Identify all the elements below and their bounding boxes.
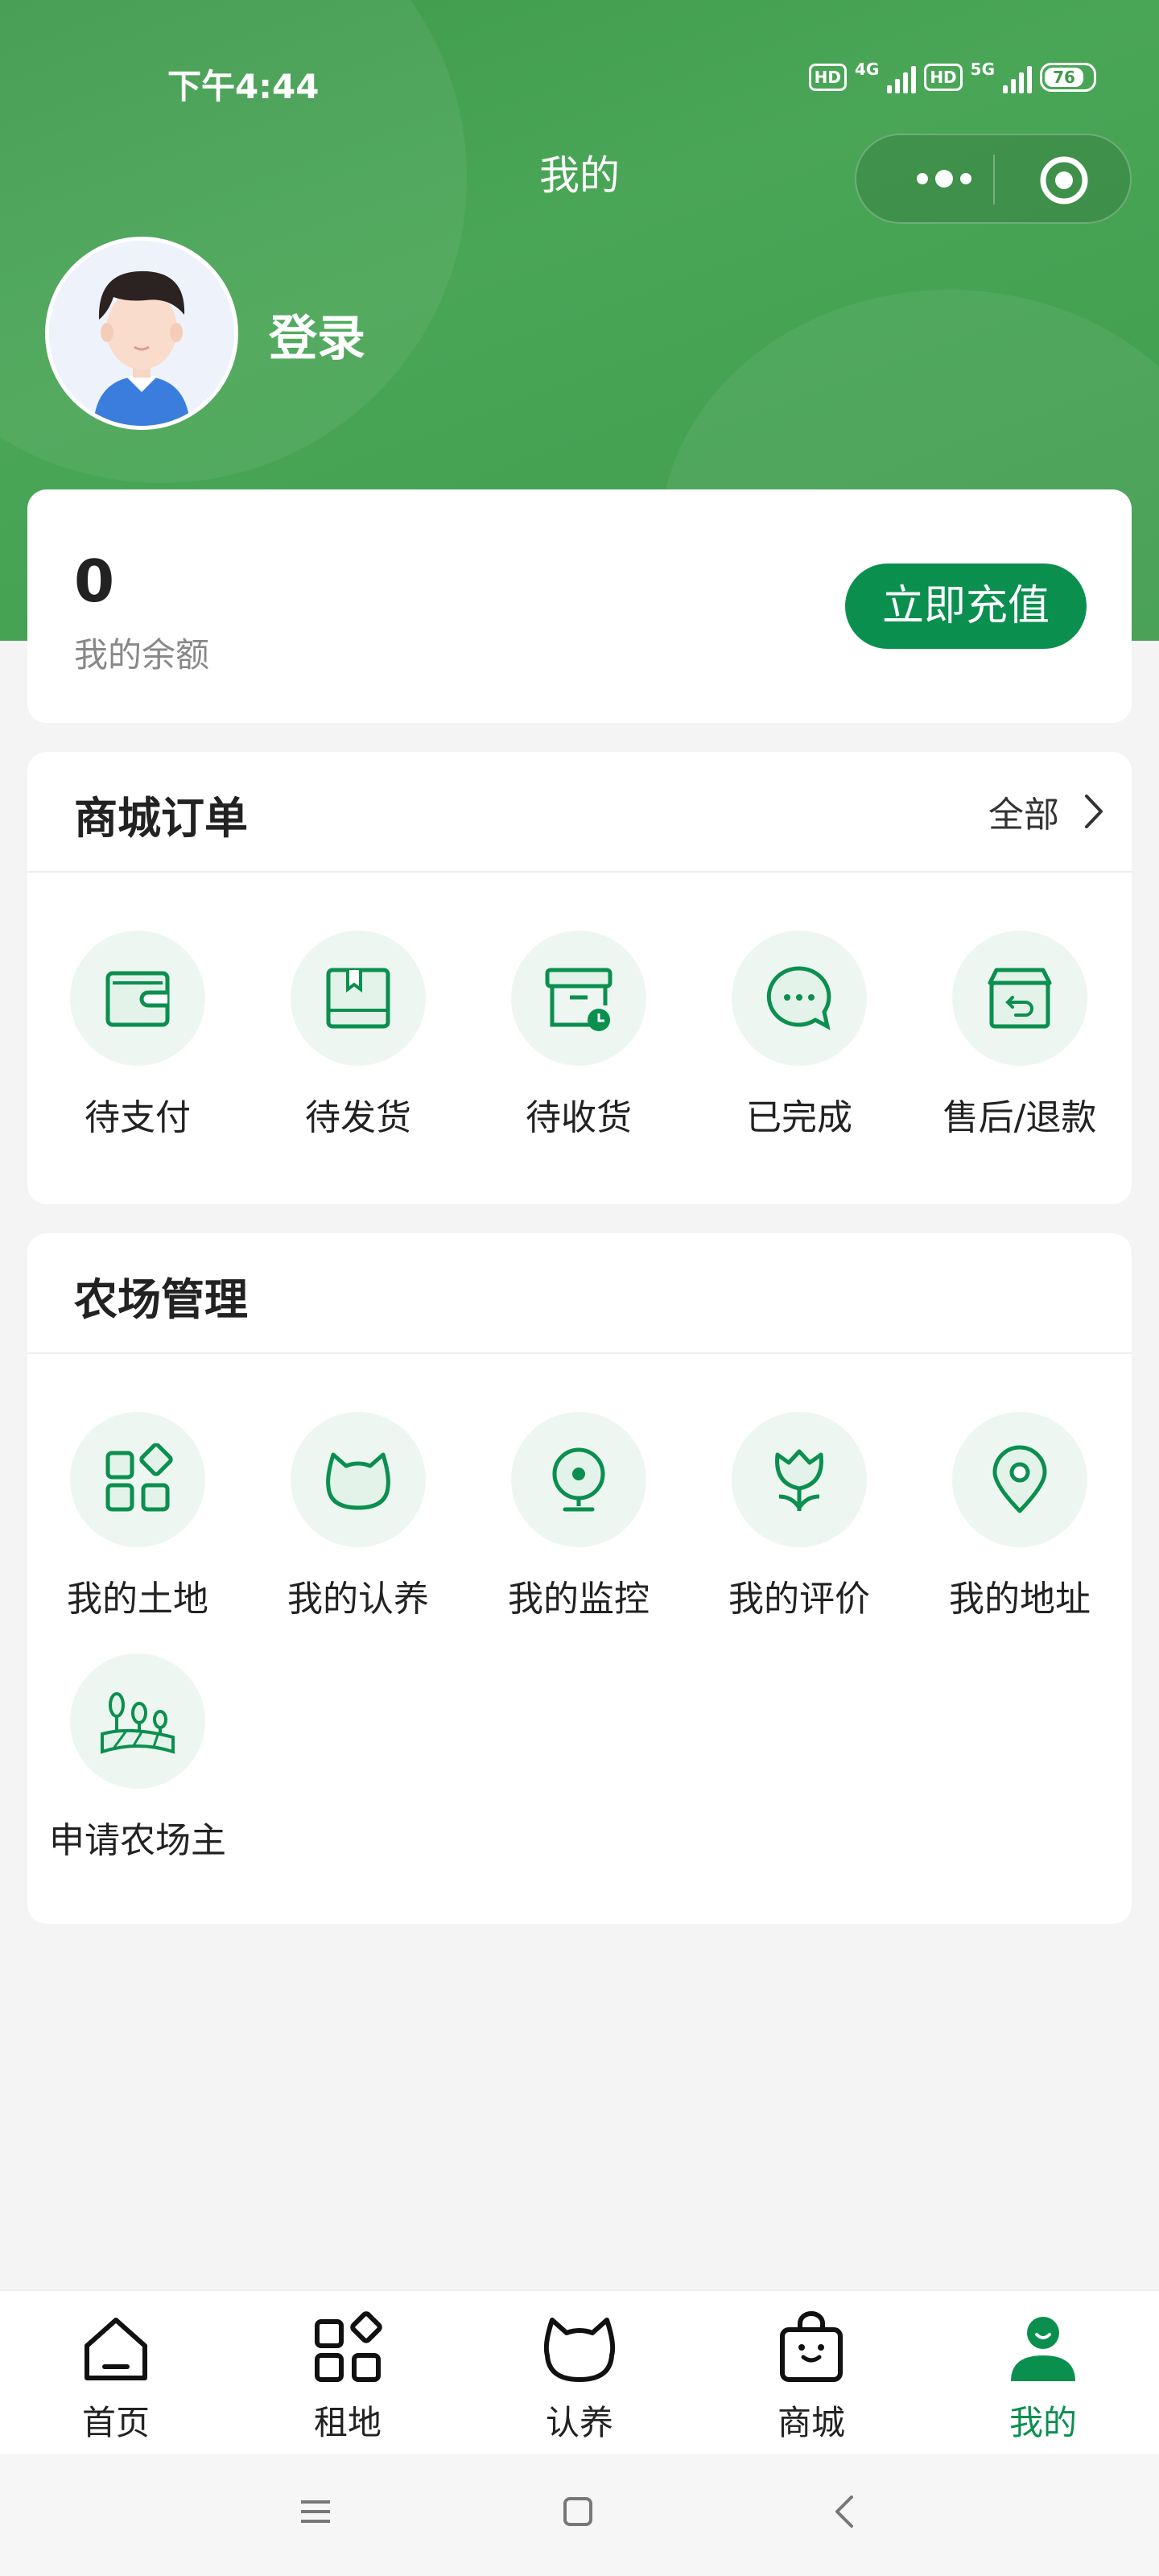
- farm-management-card: 农场管理 我的土地 我的认养 我的监控 我的评价 我的地址 申请农场主: [27, 1233, 1132, 1924]
- order-aftersale-refund[interactable]: 售后/退款: [909, 931, 1130, 1140]
- apply-farm-owner-label: 申请农场主: [49, 1820, 226, 1861]
- order-pending-shipment-label: 待发货: [305, 1097, 411, 1138]
- order-aftersale-refund-label: 售后/退款: [942, 1097, 1097, 1138]
- grid-blocks-icon: [315, 2311, 382, 2382]
- tab-home-label: 首页: [81, 2403, 150, 2442]
- farm-management-title: 农场管理: [74, 1274, 248, 1325]
- hd-badge: HD: [924, 64, 963, 91]
- tab-adoption[interactable]: 认养: [499, 2310, 660, 2445]
- network-label: 5G: [970, 60, 995, 79]
- my-address-label: 我的地址: [949, 1579, 1091, 1620]
- order-completed[interactable]: 已完成: [689, 931, 909, 1140]
- bottom-tab-bar: 首页 租地 认养 商城 我的: [0, 2289, 1159, 2455]
- close-miniprogram-icon[interactable]: [1038, 155, 1090, 206]
- tab-mall-label: 商城: [777, 2403, 845, 2442]
- package-icon: [291, 931, 426, 1066]
- wallet-icon: [70, 931, 205, 1066]
- battery-level: 76: [1045, 68, 1083, 87]
- orders-title: 商城订单: [74, 793, 248, 844]
- miniprogram-capsule: [855, 134, 1132, 224]
- chevron-right-icon: [1085, 795, 1103, 828]
- balance-card: 0 我的余额 立即充值: [27, 489, 1132, 723]
- tab-mine-label: 我的: [1008, 2403, 1077, 2442]
- network-label: 4G: [854, 60, 880, 79]
- apply-farm-owner[interactable]: 申请农场主: [27, 1653, 248, 1863]
- tab-rent-land[interactable]: 租地: [267, 2310, 428, 2445]
- order-pending-receipt-label: 待收货: [526, 1097, 632, 1138]
- section-divider: [27, 871, 1132, 873]
- status-bar: 下午4:44 HD 4G HD 5G 76: [0, 56, 1159, 106]
- my-address[interactable]: 我的地址: [909, 1412, 1130, 1621]
- order-pending-payment-label: 待支付: [85, 1097, 191, 1138]
- orders-card: 商城订单 全部 待支付 待发货 待收货 已完成 售后/退款: [27, 752, 1132, 1204]
- delivery-box-icon: [511, 931, 646, 1066]
- home-icon: [85, 2318, 147, 2380]
- recharge-button[interactable]: 立即充值: [845, 564, 1087, 649]
- hd-badge: HD: [808, 64, 847, 91]
- signal-icon: [1003, 61, 1032, 93]
- my-adoption[interactable]: 我的认养: [248, 1412, 468, 1621]
- status-time: 下午4:44: [167, 67, 320, 106]
- user-avatar-icon: [49, 241, 234, 426]
- order-pending-shipment[interactable]: 待发货: [248, 931, 468, 1140]
- cat-head-icon: [543, 2318, 616, 2382]
- system-navigation-bar: [0, 2454, 1159, 2576]
- grid-blocks-icon: [70, 1412, 205, 1547]
- tab-home[interactable]: 首页: [35, 2310, 196, 2445]
- cat-head-icon: [291, 1412, 426, 1547]
- back-icon[interactable]: [829, 2494, 861, 2529]
- my-monitoring-label: 我的监控: [508, 1579, 650, 1620]
- chat-bubble-icon: [732, 931, 867, 1066]
- tab-mine[interactable]: 我的: [963, 2310, 1124, 2445]
- login-link[interactable]: 登录: [269, 299, 365, 369]
- my-reviews-label: 我的评价: [728, 1579, 870, 1620]
- status-icons: HD 4G HD 5G 76: [808, 60, 1096, 93]
- my-monitoring[interactable]: 我的监控: [468, 1412, 689, 1621]
- my-land-label: 我的土地: [67, 1579, 208, 1620]
- order-pending-receipt[interactable]: 待收货: [468, 931, 689, 1140]
- balance-value: 0: [74, 547, 115, 615]
- view-all-label: 全部: [988, 795, 1059, 836]
- location-pin-icon: [952, 1412, 1087, 1547]
- farm-field-icon: [70, 1653, 205, 1789]
- menu-icon[interactable]: [298, 2496, 333, 2528]
- tab-adoption-label: 认养: [545, 2403, 613, 2442]
- shopping-bag-icon: [780, 2311, 843, 2382]
- return-box-icon: [952, 931, 1087, 1066]
- home-square-icon[interactable]: [562, 2496, 594, 2528]
- tab-mall[interactable]: 商城: [731, 2310, 892, 2445]
- view-all-orders-link[interactable]: 全部: [988, 786, 1104, 837]
- person-icon: [1011, 2317, 1075, 2381]
- section-divider: [27, 1352, 1132, 1354]
- tulip-icon: [732, 1412, 867, 1547]
- signal-icon: [887, 61, 917, 93]
- tab-rent-land-label: 租地: [313, 2403, 382, 2442]
- order-completed-label: 已完成: [746, 1097, 852, 1138]
- more-icon[interactable]: [892, 135, 996, 222]
- order-pending-payment[interactable]: 待支付: [27, 931, 248, 1140]
- capsule-divider: [993, 155, 995, 204]
- my-land[interactable]: 我的土地: [27, 1412, 248, 1621]
- my-adoption-label: 我的认养: [287, 1579, 429, 1620]
- avatar[interactable]: [45, 237, 238, 430]
- battery-icon: 76: [1040, 63, 1096, 92]
- balance-label: 我的余额: [74, 635, 210, 675]
- my-reviews[interactable]: 我的评价: [689, 1412, 909, 1621]
- camera-icon: [511, 1412, 646, 1547]
